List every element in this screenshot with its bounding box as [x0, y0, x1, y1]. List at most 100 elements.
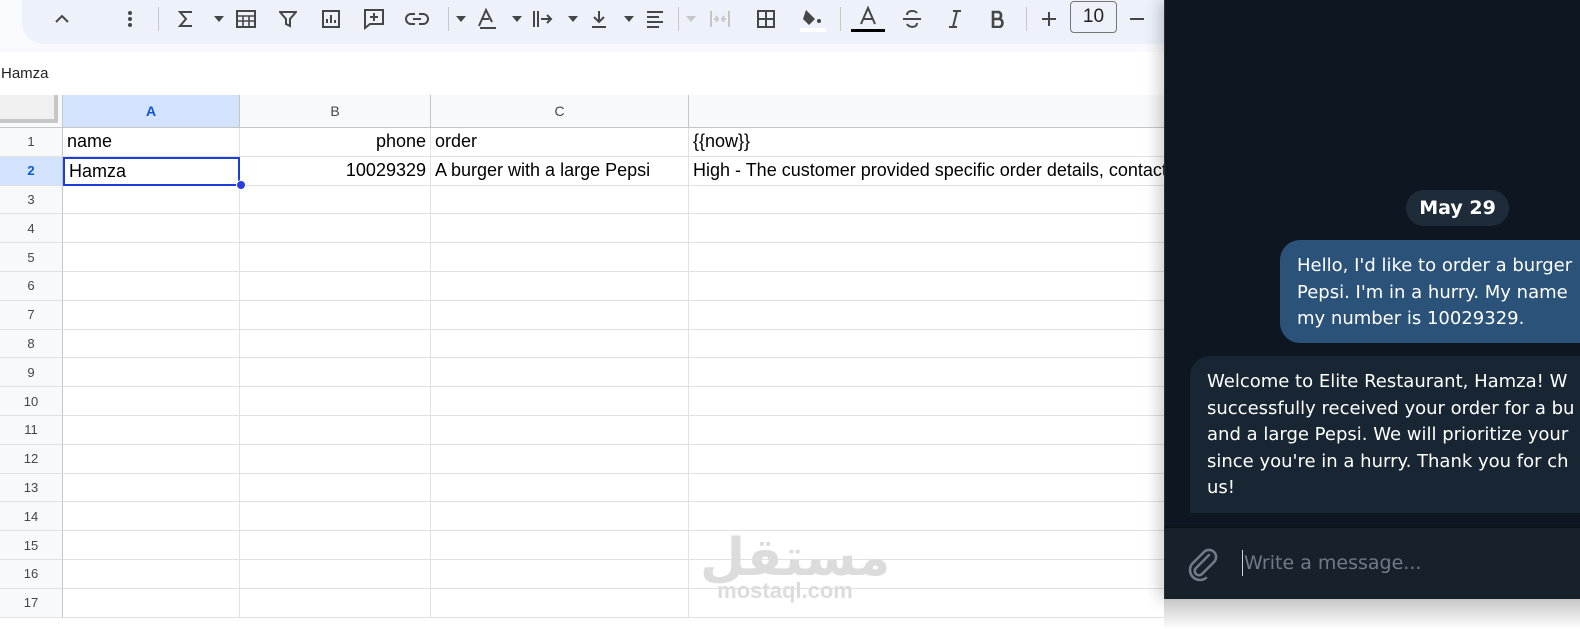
chart-icon[interactable] — [318, 4, 344, 34]
cell-b14[interactable] — [240, 502, 431, 532]
corner-freeze-handle[interactable] — [0, 95, 58, 123]
cell-b1[interactable]: phone — [240, 128, 431, 157]
table-icon[interactable] — [232, 4, 260, 34]
cell-b17[interactable] — [240, 588, 431, 618]
vertical-align-icon[interactable] — [586, 4, 612, 34]
row-header-7[interactable]: 7 — [0, 300, 63, 330]
column-header-b[interactable]: B — [240, 95, 431, 128]
link-icon[interactable] — [402, 4, 432, 34]
cell-d13[interactable] — [689, 474, 1180, 503]
horizontal-align-icon[interactable] — [642, 4, 668, 34]
cell-a5[interactable] — [63, 243, 240, 272]
cell-d1[interactable]: {{now}} — [689, 128, 1180, 157]
row-header-8[interactable]: 8 — [0, 329, 63, 359]
row-header-14[interactable]: 14 — [0, 502, 63, 532]
dropdown-arrow-icon[interactable] — [510, 4, 524, 34]
cell-b12[interactable] — [240, 444, 431, 474]
cell-c9[interactable] — [431, 358, 689, 388]
cell-d12[interactable] — [689, 445, 1180, 474]
cell-d10[interactable] — [689, 387, 1180, 416]
paperclip-icon[interactable] — [1185, 546, 1219, 582]
cell-c11[interactable] — [431, 416, 689, 445]
cell-b13[interactable] — [240, 473, 431, 503]
sigma-dropdown-icon[interactable] — [212, 4, 226, 34]
cell-a12[interactable] — [63, 444, 240, 474]
row-header-11[interactable]: 11 — [0, 416, 63, 445]
dropdown-arrow-icon[interactable] — [622, 4, 636, 34]
column-header-c[interactable]: C — [431, 95, 689, 128]
cell-a14[interactable] — [63, 502, 240, 532]
bold-icon[interactable] — [986, 4, 1010, 34]
incoming-message[interactable]: Welcome to Elite Restaurant, Hamza! W su… — [1190, 356, 1580, 513]
row-header-17[interactable]: 17 — [0, 588, 63, 618]
row-header-5[interactable]: 5 — [0, 243, 63, 272]
cell-b9[interactable] — [240, 358, 431, 388]
cell-a3[interactable] — [63, 185, 240, 215]
row-header-1[interactable]: 1 — [0, 128, 63, 157]
cell-d3[interactable] — [689, 186, 1180, 215]
row-header-13[interactable]: 13 — [0, 473, 63, 503]
cell-a16[interactable] — [63, 560, 240, 589]
minus-icon[interactable] — [1126, 4, 1148, 34]
cell-d2[interactable]: High - The customer provided specific or… — [689, 157, 1180, 186]
cell-c10[interactable] — [431, 387, 689, 416]
name-box[interactable]: Hamza — [1, 65, 49, 82]
cell-b2[interactable]: 10029329 — [240, 156, 431, 186]
cell-a10[interactable] — [63, 387, 240, 416]
plus-icon[interactable] — [1038, 4, 1060, 34]
cell-b8[interactable] — [240, 329, 431, 359]
cell-d6[interactable] — [689, 272, 1180, 301]
cell-d9[interactable] — [689, 358, 1180, 388]
cell-a13[interactable] — [63, 473, 240, 503]
cell-d14[interactable] — [689, 502, 1180, 532]
dropdown-arrow-icon[interactable] — [566, 4, 580, 34]
text-direction-icon[interactable] — [528, 4, 556, 34]
cell-d4[interactable] — [689, 214, 1180, 244]
add-comment-icon[interactable] — [360, 4, 388, 34]
selection-fill-handle[interactable] — [236, 180, 246, 190]
collapse-chevron-up-icon[interactable] — [48, 4, 76, 34]
row-header-9[interactable]: 9 — [0, 358, 63, 388]
borders-icon[interactable] — [752, 4, 780, 34]
font-size-input[interactable]: 10 — [1070, 1, 1117, 33]
cell-b5[interactable] — [240, 243, 431, 272]
cell-c1[interactable]: order — [431, 128, 689, 157]
cell-a9[interactable] — [63, 358, 240, 388]
cell-d11[interactable] — [689, 416, 1180, 445]
cell-b16[interactable] — [240, 560, 431, 589]
cell-a7[interactable] — [63, 300, 240, 330]
cell-c2[interactable]: A burger with a large Pepsi — [431, 156, 689, 186]
cell-d8[interactable] — [689, 330, 1180, 359]
cell-a2[interactable]: Hamza — [63, 156, 240, 186]
italic-icon[interactable] — [942, 4, 968, 34]
cell-c16[interactable] — [431, 560, 689, 589]
cell-b15[interactable] — [240, 531, 431, 560]
column-header-d[interactable] — [689, 95, 1180, 128]
cell-b6[interactable] — [240, 272, 431, 301]
dropdown-arrow-icon[interactable] — [454, 4, 468, 34]
row-header-3[interactable]: 3 — [0, 185, 63, 215]
cell-d5[interactable] — [689, 243, 1180, 272]
cell-b3[interactable] — [240, 185, 431, 215]
cell-c14[interactable] — [431, 502, 689, 532]
fill-color-icon[interactable] — [796, 4, 830, 34]
cell-b11[interactable] — [240, 416, 431, 445]
row-header-10[interactable]: 10 — [0, 387, 63, 416]
message-input[interactable] — [1244, 546, 1574, 580]
select-all-corner[interactable] — [0, 95, 63, 128]
cell-c13[interactable] — [431, 473, 689, 503]
cell-a8[interactable] — [63, 329, 240, 359]
cell-c8[interactable] — [431, 329, 689, 359]
outgoing-message[interactable]: Hello, I'd like to order a burger Pepsi.… — [1280, 240, 1580, 343]
sigma-icon[interactable] — [174, 4, 198, 34]
cell-b10[interactable] — [240, 387, 431, 416]
cell-c4[interactable] — [431, 214, 689, 244]
cell-a4[interactable] — [63, 214, 240, 244]
cell-c12[interactable] — [431, 444, 689, 474]
row-header-12[interactable]: 12 — [0, 444, 63, 474]
more-vert-icon[interactable] — [120, 4, 140, 34]
row-header-2[interactable]: 2 — [0, 156, 63, 186]
cell-a17[interactable] — [63, 588, 240, 618]
filter-icon[interactable] — [276, 4, 300, 34]
cell-a11[interactable] — [63, 416, 240, 445]
